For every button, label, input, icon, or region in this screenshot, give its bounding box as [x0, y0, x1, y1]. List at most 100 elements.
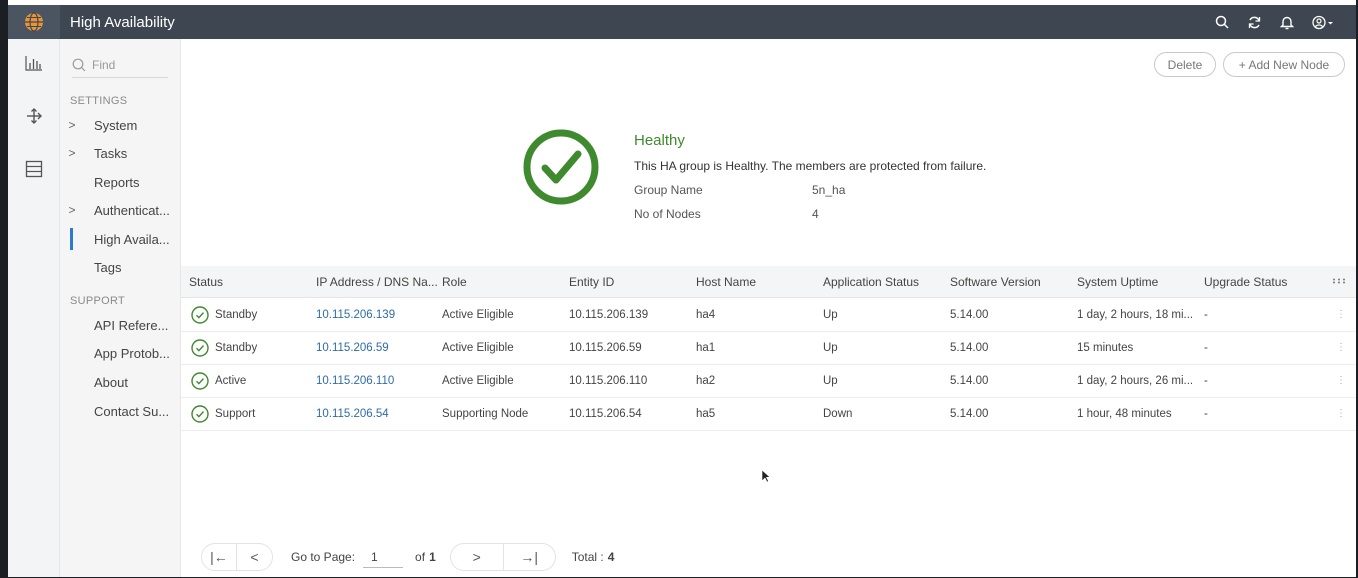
- column-header-upgrade-status[interactable]: Upgrade Status: [1204, 275, 1287, 289]
- user-menu-icon[interactable]: [1312, 15, 1334, 30]
- status-text: Support: [215, 408, 256, 420]
- system-uptime-cell: 1 day, 2 hours, 26 mi...: [1077, 375, 1194, 387]
- goto-page-label: Go to Page:: [291, 550, 356, 564]
- health-status-title: Healthy: [634, 132, 685, 149]
- table-row[interactable]: Standby 10.115.206.59 Active Eligible 10…: [181, 332, 1356, 365]
- ip-link[interactable]: 10.115.206.139: [316, 309, 395, 321]
- host-name-cell: ha4: [696, 309, 716, 321]
- column-settings-icon[interactable]: [1332, 278, 1346, 284]
- sidebar-item-system[interactable]: > System: [60, 114, 181, 136]
- software-version-cell: 5.14.00: [950, 309, 989, 321]
- window-edge-left: [0, 0, 8, 578]
- row-menu-icon[interactable]: ⋮: [1336, 375, 1346, 386]
- sidebar-item-reports[interactable]: Reports: [60, 171, 181, 193]
- sidebar-item-label: Tasks: [94, 145, 128, 161]
- entity-id-cell: 10.115.206.110: [569, 375, 648, 387]
- healthy-check-icon: [523, 129, 599, 205]
- sidebar-item-label: Tags: [94, 259, 122, 275]
- sidebar-item-tasks[interactable]: > Tasks: [60, 142, 181, 164]
- check-circle-icon: [191, 405, 209, 423]
- sidebar-item-label: Authenticat...: [94, 202, 170, 218]
- rail-inventory[interactable]: [22, 157, 46, 181]
- status-text: Standby: [215, 309, 258, 321]
- find-input[interactable]: Find: [72, 52, 168, 78]
- network-arrows-icon: [27, 108, 42, 124]
- rail-analytics[interactable]: [22, 51, 46, 75]
- page-total-count: 1: [429, 550, 436, 564]
- check-circle-icon: [191, 306, 209, 324]
- sidebar-item-contact-support[interactable]: Contact Su...: [60, 400, 181, 422]
- delete-button[interactable]: Delete: [1154, 52, 1216, 77]
- top-header: High Availability: [8, 5, 1356, 39]
- sidebar-item-about[interactable]: About: [60, 371, 181, 393]
- sidebar-item-app-protobuf[interactable]: App Protob...: [60, 342, 181, 364]
- column-header-software-version[interactable]: Software Version: [950, 275, 1041, 289]
- role-cell: Supporting Node: [442, 408, 529, 420]
- row-menu-icon[interactable]: ⋮: [1336, 342, 1346, 353]
- host-name-cell: ha5: [696, 408, 716, 420]
- table-row[interactable]: Standby 10.115.206.139 Active Eligible 1…: [181, 299, 1356, 332]
- settings-section-label: SETTINGS: [70, 95, 128, 107]
- sidebar-item-api-reference[interactable]: API Refere...: [60, 314, 181, 336]
- prev-page-button[interactable]: <: [237, 543, 273, 571]
- sidebar-item-label: Reports: [94, 174, 140, 190]
- app-window: High Availability Find SETTINGS > System: [0, 0, 1358, 578]
- column-header-system-uptime[interactable]: System Uptime: [1077, 275, 1158, 289]
- upgrade-status-cell: -: [1204, 309, 1208, 321]
- row-menu-icon[interactable]: ⋮: [1336, 408, 1346, 419]
- sidebar-item-authentication[interactable]: > Authenticat...: [60, 199, 181, 221]
- role-cell: Active Eligible: [442, 309, 514, 321]
- nodes-count-value: 4: [812, 207, 819, 221]
- sidebar-item-tags[interactable]: Tags: [60, 256, 181, 278]
- host-name-cell: ha1: [696, 342, 716, 354]
- page-title: High Availability: [70, 13, 175, 31]
- sidebar-item-label: About: [94, 374, 128, 390]
- sidebar-item-label: High Availa...: [94, 231, 170, 247]
- sidebar-item-label: Contact Su...: [94, 403, 170, 419]
- upgrade-status-cell: -: [1204, 375, 1208, 387]
- column-header-application-status[interactable]: Application Status: [823, 275, 919, 289]
- sidebar-item-label: API Refere...: [94, 317, 169, 333]
- table-row[interactable]: Support 10.115.206.54 Supporting Node 10…: [181, 398, 1356, 431]
- app-logo[interactable]: [8, 5, 60, 39]
- status-cell: Support: [191, 405, 255, 423]
- ip-link[interactable]: 10.115.206.59: [316, 342, 389, 354]
- column-header-entity-id[interactable]: Entity ID: [569, 275, 614, 289]
- upgrade-status-cell: -: [1204, 342, 1208, 354]
- ip-link[interactable]: 10.115.206.54: [316, 408, 389, 420]
- column-header-ip[interactable]: IP Address / DNS Na...: [316, 275, 438, 289]
- entity-id-cell: 10.115.206.54: [569, 408, 642, 420]
- column-header-role[interactable]: Role: [442, 275, 467, 289]
- search-icon: [72, 58, 86, 71]
- column-header-status[interactable]: Status: [189, 275, 223, 289]
- mouse-cursor-icon: [761, 469, 771, 483]
- page-number-input[interactable]: 1: [363, 546, 404, 568]
- sidebar-item-high-availability[interactable]: High Availa...: [60, 228, 181, 250]
- health-status-message: This HA group is Healthy. The members ar…: [634, 159, 987, 173]
- add-new-node-button[interactable]: + Add New Node: [1223, 52, 1345, 77]
- refresh-icon[interactable]: [1247, 15, 1262, 30]
- last-page-button[interactable]: →|: [503, 543, 556, 571]
- status-cell: Active: [191, 372, 246, 390]
- row-menu-icon[interactable]: ⋮: [1336, 309, 1346, 320]
- first-page-button[interactable]: |←: [201, 543, 237, 571]
- bar-chart-icon: [25, 56, 42, 71]
- search-icon[interactable]: [1215, 15, 1229, 29]
- status-text: Active: [215, 375, 247, 387]
- application-status-cell: Down: [823, 408, 853, 420]
- total-label: Total :: [571, 550, 604, 564]
- status-cell: Standby: [191, 339, 257, 357]
- main-content: Delete + Add New Node Healthy This HA gr…: [181, 39, 1356, 578]
- system-uptime-cell: 1 hour, 48 minutes: [1077, 408, 1172, 420]
- page-of-label: of: [415, 550, 426, 564]
- column-header-host-name[interactable]: Host Name: [696, 275, 756, 289]
- rail-topology[interactable]: [22, 104, 46, 128]
- software-version-cell: 5.14.00: [950, 375, 989, 387]
- ip-link[interactable]: 10.115.206.110: [316, 375, 394, 387]
- bell-icon[interactable]: [1280, 15, 1294, 30]
- next-page-button[interactable]: >: [449, 543, 504, 571]
- find-placeholder: Find: [92, 57, 116, 72]
- nodes-count-label: No of Nodes: [634, 207, 701, 221]
- check-circle-icon: [191, 372, 209, 390]
- table-row[interactable]: Active 10.115.206.110 Active Eligible 10…: [181, 365, 1356, 398]
